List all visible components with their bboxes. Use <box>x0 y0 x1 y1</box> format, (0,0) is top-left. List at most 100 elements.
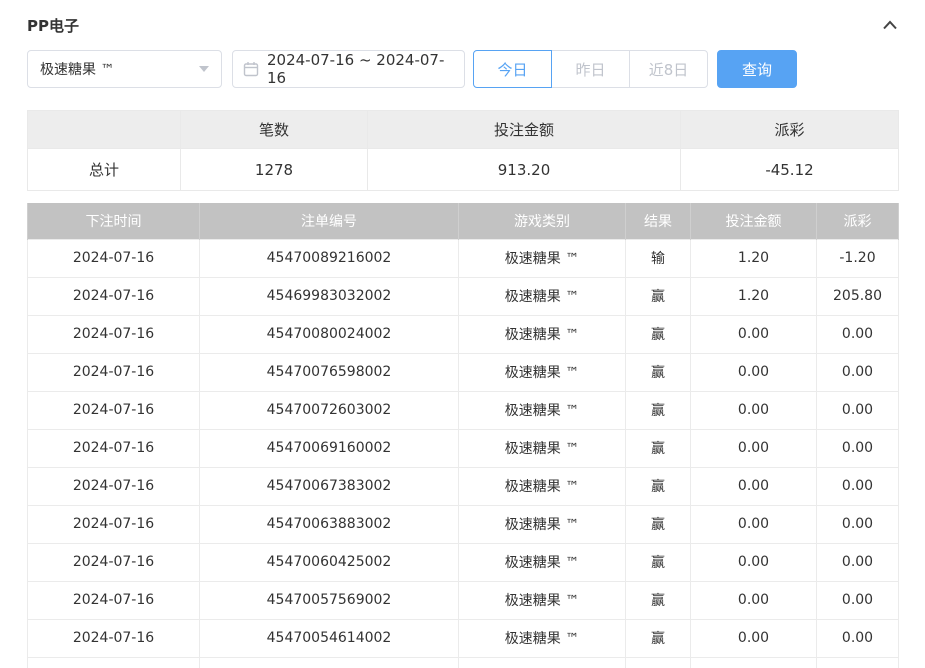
cell-bet-id: 45470072603002 <box>200 391 459 429</box>
table-row-partial <box>28 657 899 668</box>
bet-table: 下注时间 注单编号 游戏类别 结果 投注金额 派彩 2024-07-16 454… <box>27 203 899 668</box>
quick-date-buttons: 今日 昨日 近8日 <box>473 50 708 88</box>
table-row: 2024-07-16 45470060425002 极速糖果 ™ 赢 0.00 … <box>28 543 899 581</box>
summary-total-label: 总计 <box>28 149 181 191</box>
date-range-text: 2024-07-16 ~ 2024-07-16 <box>267 51 454 87</box>
cell-result: 赢 <box>626 391 691 429</box>
table-row: 2024-07-16 45470063883002 极速糖果 ™ 赢 0.00 … <box>28 505 899 543</box>
cell-game: 极速糖果 ™ <box>459 581 626 619</box>
cell-game: 极速糖果 ™ <box>459 467 626 505</box>
cell-bet-amount: 1.20 <box>691 239 817 277</box>
quick-filter-last8days[interactable]: 近8日 <box>629 50 708 88</box>
bet-table-body: 2024-07-16 45470089216002 极速糖果 ™ 输 1.20 … <box>28 239 899 657</box>
cell-payout: -1.20 <box>817 239 899 277</box>
cell-bet-amount: 1.20 <box>691 277 817 315</box>
cell-bet-time: 2024-07-16 <box>28 429 200 467</box>
col-header-bet-time: 下注时间 <box>28 203 200 239</box>
cell-bet-time: 2024-07-16 <box>28 353 200 391</box>
cell-bet-id: 45470089216002 <box>200 239 459 277</box>
cell-bet-time: 2024-07-16 <box>28 505 200 543</box>
cell-payout: 0.00 <box>817 543 899 581</box>
cell-bet-amount: 0.00 <box>691 619 817 657</box>
cell-bet-amount: 0.00 <box>691 391 817 429</box>
table-row: 2024-07-16 45470054614002 极速糖果 ™ 赢 0.00 … <box>28 619 899 657</box>
summary-total-count: 1278 <box>181 149 368 191</box>
table-row: 2024-07-16 45470069160002 极速糖果 ™ 赢 0.00 … <box>28 429 899 467</box>
cell-game: 极速糖果 ™ <box>459 505 626 543</box>
summary-header-count: 笔数 <box>181 111 368 149</box>
page-title: PP电子 <box>27 15 79 36</box>
cell-result: 赢 <box>626 543 691 581</box>
cell-bet-amount: 0.00 <box>691 581 817 619</box>
summary-total-bet-amount: 913.20 <box>368 149 681 191</box>
cell-bet-time: 2024-07-16 <box>28 315 200 353</box>
cell-bet-amount: 0.00 <box>691 429 817 467</box>
col-header-bet-id: 注单编号 <box>200 203 459 239</box>
cell-bet-time: 2024-07-16 <box>28 581 200 619</box>
summary-total-payout: -45.12 <box>681 149 899 191</box>
col-header-bet-amount: 投注金额 <box>691 203 817 239</box>
cell-bet-id: 45470054614002 <box>200 619 459 657</box>
cell-bet-amount: 0.00 <box>691 353 817 391</box>
chevron-down-icon <box>199 66 209 72</box>
filter-bar: 极速糖果 ™ 2024-07-16 ~ 2024-07-16 今日 昨日 近8日… <box>27 50 898 88</box>
cell-bet-id: 45470060425002 <box>200 543 459 581</box>
cell-bet-id: 45469983032002 <box>200 277 459 315</box>
cell-payout: 0.00 <box>817 505 899 543</box>
cell-payout: 0.00 <box>817 619 899 657</box>
cell-payout: 205.80 <box>817 277 899 315</box>
table-row: 2024-07-16 45470072603002 极速糖果 ™ 赢 0.00 … <box>28 391 899 429</box>
collapse-chevron-icon[interactable] <box>882 19 898 31</box>
cell-game: 极速糖果 ™ <box>459 619 626 657</box>
cell-bet-time: 2024-07-16 <box>28 391 200 429</box>
cell-result: 赢 <box>626 353 691 391</box>
cell-result: 赢 <box>626 619 691 657</box>
summary-header-payout: 派彩 <box>681 111 899 149</box>
cell-bet-time: 2024-07-16 <box>28 239 200 277</box>
col-header-result: 结果 <box>626 203 691 239</box>
cell-result: 赢 <box>626 277 691 315</box>
cell-bet-id: 45470067383002 <box>200 467 459 505</box>
query-button[interactable]: 查询 <box>717 50 797 88</box>
table-row: 2024-07-16 45470076598002 极速糖果 ™ 赢 0.00 … <box>28 353 899 391</box>
cell-result: 赢 <box>626 315 691 353</box>
bet-table-partial-row-filler <box>28 657 899 668</box>
cell-game: 极速糖果 ™ <box>459 353 626 391</box>
col-header-game-category: 游戏类别 <box>459 203 626 239</box>
cell-game: 极速糖果 ™ <box>459 315 626 353</box>
cell-bet-id: 45470057569002 <box>200 581 459 619</box>
cell-bet-amount: 0.00 <box>691 467 817 505</box>
cell-game: 极速糖果 ™ <box>459 429 626 467</box>
table-row: 2024-07-16 45470089216002 极速糖果 ™ 输 1.20 … <box>28 239 899 277</box>
cell-bet-time: 2024-07-16 <box>28 543 200 581</box>
bet-table-header-row: 下注时间 注单编号 游戏类别 结果 投注金额 派彩 <box>28 203 899 239</box>
game-select[interactable]: 极速糖果 ™ <box>27 50 222 88</box>
table-row: 2024-07-16 45470080024002 极速糖果 ™ 赢 0.00 … <box>28 315 899 353</box>
summary-header-row: 笔数 投注金额 派彩 <box>28 111 899 149</box>
cell-payout: 0.00 <box>817 467 899 505</box>
quick-filter-today[interactable]: 今日 <box>473 50 552 88</box>
cell-payout: 0.00 <box>817 581 899 619</box>
table-row: 2024-07-16 45470057569002 极速糖果 ™ 赢 0.00 … <box>28 581 899 619</box>
cell-bet-id: 45470063883002 <box>200 505 459 543</box>
cell-game: 极速糖果 ™ <box>459 277 626 315</box>
cell-result: 赢 <box>626 505 691 543</box>
cell-bet-amount: 0.00 <box>691 543 817 581</box>
cell-bet-time: 2024-07-16 <box>28 467 200 505</box>
summary-header-blank <box>28 111 181 149</box>
calendar-icon <box>243 61 259 77</box>
cell-bet-id: 45470080024002 <box>200 315 459 353</box>
cell-payout: 0.00 <box>817 353 899 391</box>
cell-payout: 0.00 <box>817 391 899 429</box>
cell-bet-amount: 0.00 <box>691 315 817 353</box>
cell-bet-id: 45470069160002 <box>200 429 459 467</box>
quick-filter-yesterday[interactable]: 昨日 <box>551 50 630 88</box>
cell-bet-time: 2024-07-16 <box>28 619 200 657</box>
date-range-picker[interactable]: 2024-07-16 ~ 2024-07-16 <box>232 50 465 88</box>
cell-result: 赢 <box>626 467 691 505</box>
cell-game: 极速糖果 ™ <box>459 239 626 277</box>
cell-bet-amount: 0.00 <box>691 505 817 543</box>
summary-header-bet-amount: 投注金额 <box>368 111 681 149</box>
cell-payout: 0.00 <box>817 429 899 467</box>
panel-header: PP电子 <box>27 10 898 40</box>
